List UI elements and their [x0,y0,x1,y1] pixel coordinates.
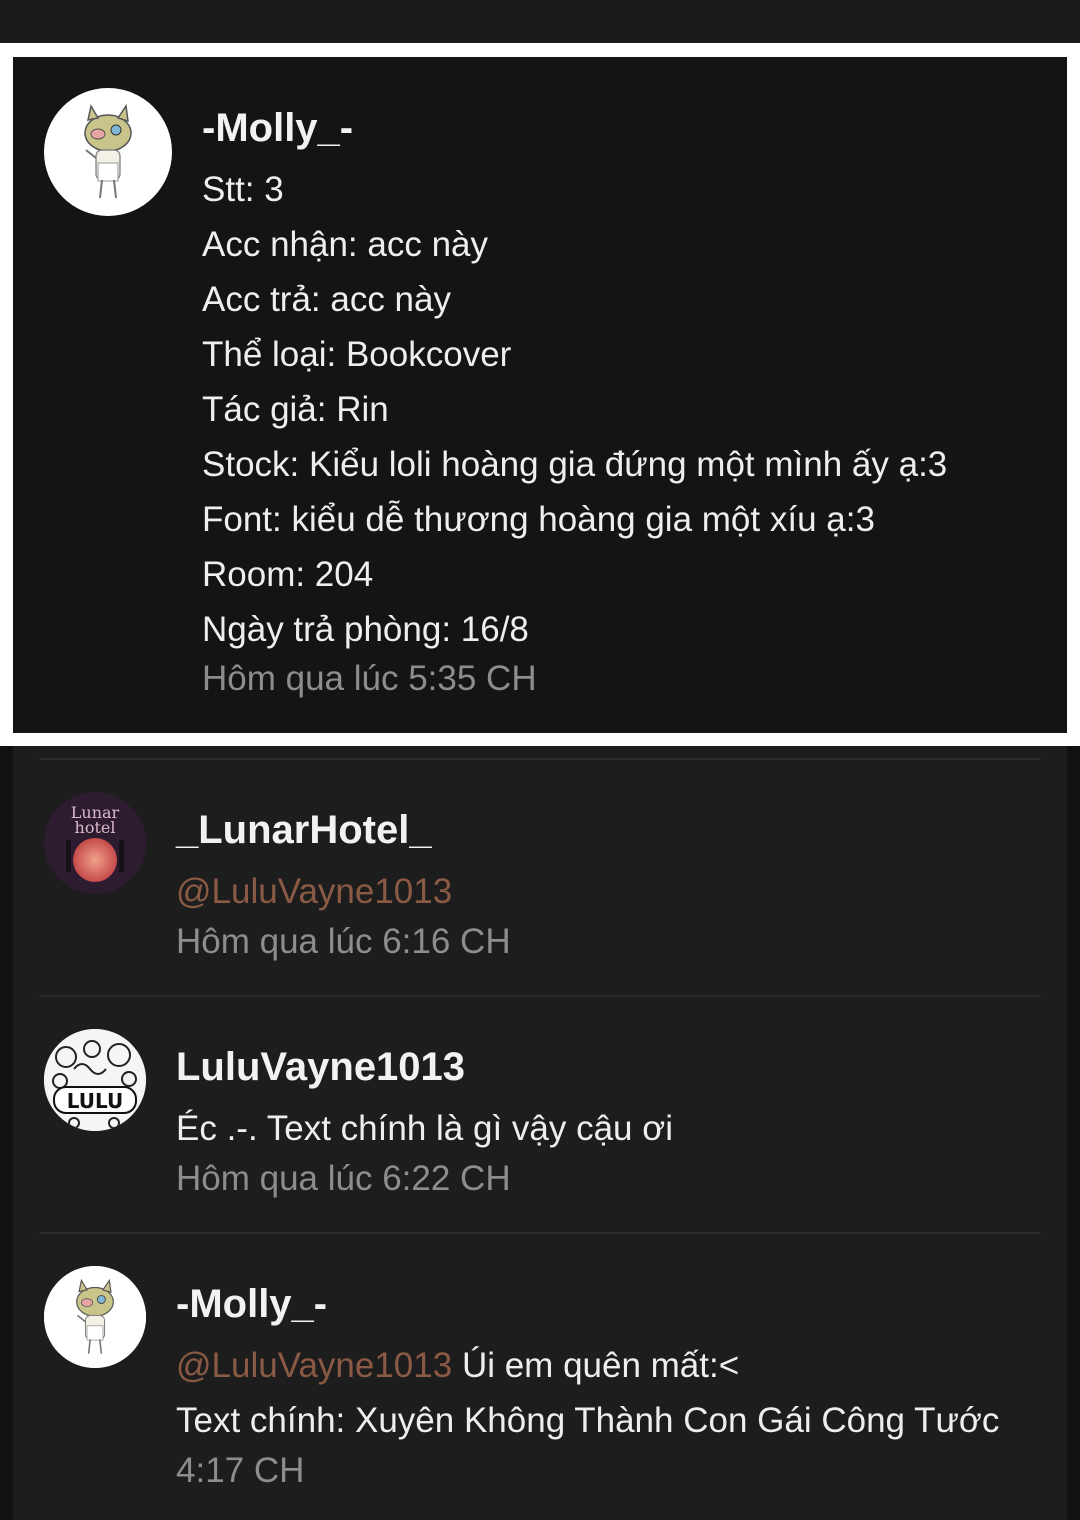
comment-line: Ngày trả phòng: 16/8 [202,610,529,649]
lulu-doodle-icon: LULU [44,1029,146,1131]
reply-text-line-2: Text chính: Xuyên Không Thành Con Gái Cô… [176,1401,1000,1440]
comment-line: Acc trả: acc này [202,280,451,319]
reply-username[interactable]: _LunarHotel_ [176,806,432,854]
replies-section: Lunar hotel _LunarHotel_ @LuluVayne1013 … [0,746,1080,1520]
comment-line: Room: 204 [202,555,374,594]
reply-text-content: Úi em quên mất:< [452,1346,740,1385]
boar-mask-character-icon [44,1266,146,1368]
comment-line: Thể loại: Bookcover [202,335,512,374]
status-bar [0,0,1080,43]
comment-card-top: -Molly_- Stt: 3 Acc nhận: acc này Acc tr… [13,57,1067,733]
mention-link[interactable]: @LuluVayne1013 [176,872,452,911]
comment-line: Tác giả: Rin [202,390,389,429]
comment-line: Stt: 3 [202,170,284,209]
replies-list: Lunar hotel _LunarHotel_ @LuluVayne1013 … [13,746,1067,1520]
hotel-logo-text: hotel [75,818,116,837]
comment-line: Font: kiểu dễ thương hoàng gia một xíu ạ… [202,500,875,539]
comment-line: Acc nhận: acc này [202,225,488,264]
comment-timestamp: Hôm qua lúc 5:35 CH [202,659,537,698]
avatar-molly[interactable] [44,88,172,216]
lulu-logo-text: LULU [67,1089,124,1113]
avatar-lunarhotel[interactable]: Lunar hotel [44,792,146,894]
divider [39,1232,1041,1234]
avatar-luluvayne[interactable]: LULU [44,1029,146,1131]
lunar-hotel-logo-icon: Lunar hotel [44,792,146,894]
divider [39,995,1041,997]
reply-username[interactable]: LuluVayne1013 [176,1043,465,1091]
reply-timestamp: Hôm qua lúc 6:22 CH [176,1159,511,1198]
mention-link[interactable]: @LuluVayne1013 [176,1346,452,1385]
reply-text: @LuluVayne1013 Úi em quên mất:< [176,1345,739,1387]
reply-username[interactable]: -Molly_- [176,1280,327,1328]
reply-timestamp: 4:17 CH [176,1451,305,1490]
comment-line: Stock: Kiểu loli hoàng gia đứng một mình… [202,445,948,484]
avatar-molly[interactable] [44,1266,146,1368]
boar-mask-character-icon [84,103,132,199]
divider [39,758,1041,760]
reply-text: Éc .-. Text chính là gì vậy cậu ơi [176,1109,673,1148]
reply-timestamp: Hôm qua lúc 6:16 CH [176,922,511,961]
reply-mention[interactable]: @LuluVayne1013 [176,871,452,913]
comment-username[interactable]: -Molly_- [202,104,353,152]
